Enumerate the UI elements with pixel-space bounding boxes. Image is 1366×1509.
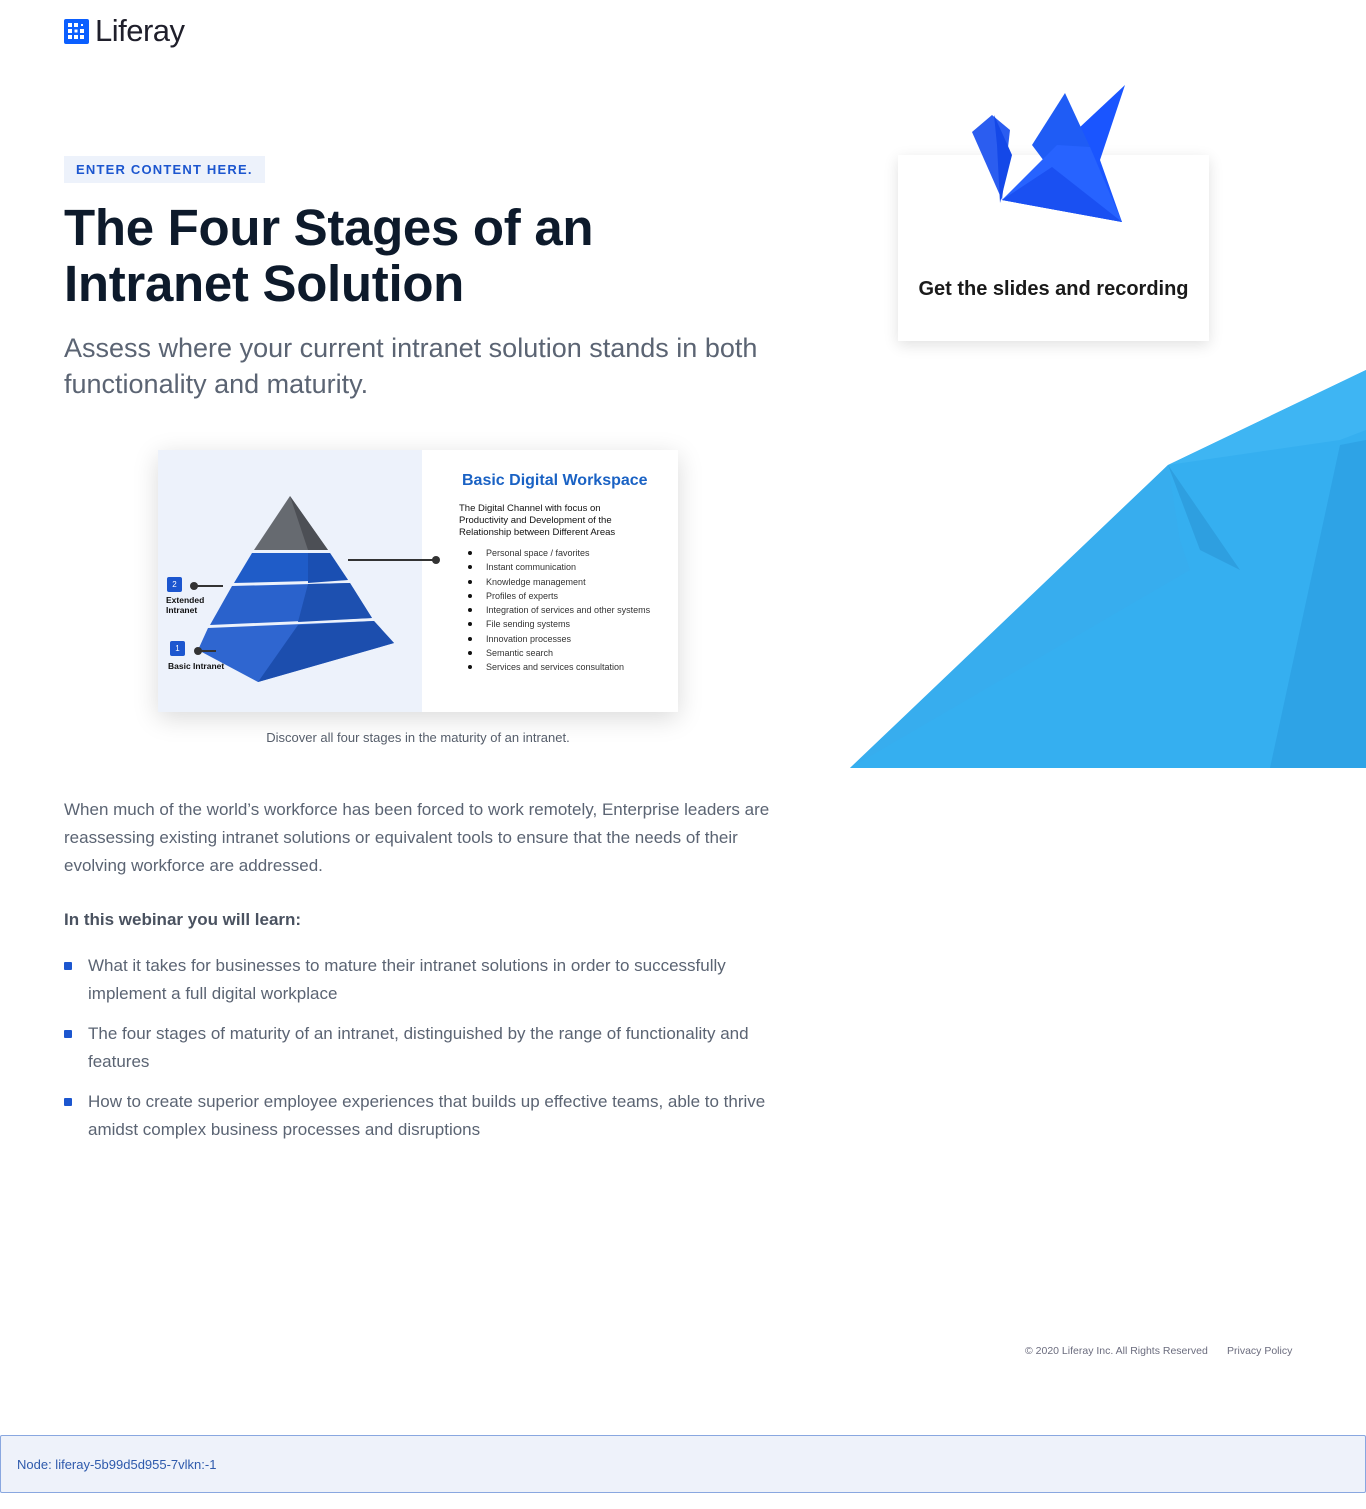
eyebrow-label: ENTER CONTENT HERE. — [64, 156, 265, 183]
bullet-icon — [64, 1098, 72, 1106]
node-info-text: Node: liferay-5b99d5d955-7vlkn:-1 — [17, 1456, 217, 1472]
list-item: Instant communication — [468, 560, 668, 574]
figure-feature-list: Personal space / favorites Instant commu… — [468, 546, 668, 675]
list-item: Profiles of experts — [468, 589, 668, 603]
decorative-origami-shape — [850, 370, 1366, 768]
list-item: Semantic search — [468, 646, 668, 660]
figure-title: Basic Digital Workspace — [462, 472, 648, 489]
learn-item-text: The four stages of maturity of an intran… — [88, 1024, 749, 1071]
list-item: What it takes for businesses to mature t… — [64, 952, 774, 1008]
liferay-logo-icon — [64, 18, 89, 44]
learn-item-text: How to create superior employee experien… — [88, 1092, 766, 1139]
list-item: File sending systems — [468, 617, 668, 631]
liferay-logo-text: Liferay — [95, 13, 185, 48]
footer-copyright: © 2020 Liferay Inc. All Rights Reserved — [1025, 1345, 1208, 1357]
liferay-logo[interactable]: Liferay — [64, 13, 185, 48]
figure-subtitle: The Digital Channel with focus on Produc… — [459, 503, 616, 538]
list-item: The four stages of maturity of an intran… — [64, 1020, 774, 1076]
origami-crane-icon — [972, 85, 1125, 222]
learn-list: What it takes for businesses to mature t… — [64, 952, 774, 1156]
get-slides-label: Get the slides and recording — [918, 278, 1189, 300]
figure-caption: Discover all four stages in the maturity… — [266, 730, 570, 745]
learn-item-text: What it takes for businesses to mature t… — [88, 956, 726, 1003]
bullet-icon — [64, 962, 72, 970]
page-title: The Four Stages of an Intranet Solution — [64, 199, 594, 312]
page-subtitle: Assess where your current intranet solut… — [64, 333, 758, 399]
list-item: Knowledge management — [468, 575, 668, 589]
learn-heading: In this webinar you will learn: — [64, 910, 302, 929]
privacy-policy-link[interactable]: Privacy Policy — [1227, 1345, 1292, 1357]
list-item: Services and services consultation — [468, 660, 668, 674]
intro-paragraph: When much of the world’s workforce has b… — [64, 800, 770, 875]
bullet-icon — [64, 1030, 72, 1038]
list-item: Personal space / favorites — [468, 546, 668, 560]
list-item: Innovation processes — [468, 632, 668, 646]
pyramid-figure: 2 Extended Intranet 1 Basic Intranet Bas… — [158, 450, 678, 712]
list-item: Integration of services and other system… — [468, 603, 668, 617]
node-info-bar: Node: liferay-5b99d5d955-7vlkn:-1 — [0, 1435, 1366, 1493]
list-item: How to create superior employee experien… — [64, 1088, 774, 1144]
